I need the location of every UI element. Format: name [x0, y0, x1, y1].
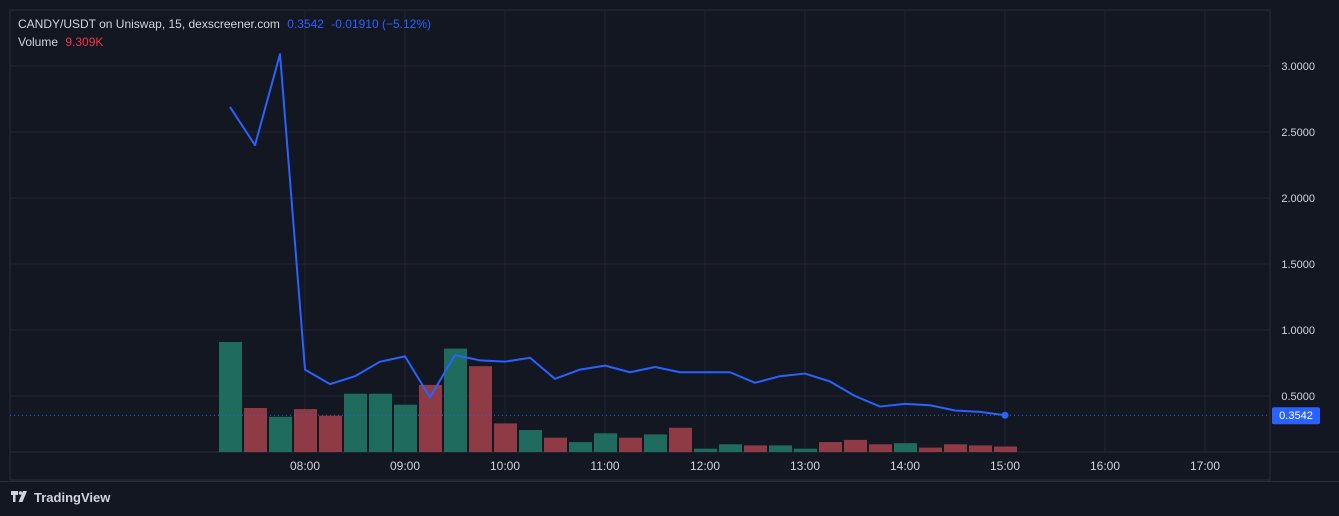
x-tick-label: 09:00	[390, 459, 420, 473]
volume-bar	[594, 433, 617, 452]
volume-bar	[519, 430, 542, 452]
volume-bar	[319, 415, 342, 452]
volume-bar	[869, 444, 892, 452]
volume-bar	[619, 437, 642, 452]
footer-bar: TradingView	[0, 481, 1339, 516]
tradingview-logo-icon	[11, 490, 27, 502]
x-tick-label: 14:00	[890, 459, 920, 473]
legend-last-price: 0.3542	[287, 17, 324, 31]
volume-bar	[844, 439, 867, 452]
volume-bar	[644, 434, 667, 452]
legend-volume-value: 9.309K	[65, 35, 104, 49]
volume-bar	[294, 409, 317, 452]
volume-bar	[719, 444, 742, 452]
price-line	[10, 53, 1270, 419]
x-tick-label: 11:00	[590, 459, 619, 473]
legend-volume-label: Volume	[18, 35, 59, 49]
volume-bar	[919, 447, 942, 452]
x-tick-label: 13:00	[790, 459, 820, 473]
y-tick-label: 0.5000	[1281, 391, 1315, 403]
tradingview-brand[interactable]: TradingView	[10, 490, 110, 505]
volume-bar	[444, 348, 467, 452]
volume-bar	[819, 442, 842, 452]
x-tick-label: 10:00	[490, 459, 520, 473]
x-tick-label: 15:00	[990, 459, 1020, 473]
legend-volume-row: Volume 9.309K	[18, 35, 103, 49]
y-tick-label: 2.0000	[1281, 193, 1315, 205]
y-tick-label: 1.5000	[1281, 259, 1315, 271]
volume-bar	[219, 342, 242, 452]
volume-bar	[469, 366, 492, 452]
volume-bar	[244, 408, 267, 452]
volume-bar	[544, 437, 567, 452]
x-tick-label: 12:00	[690, 459, 720, 473]
pane-border	[9, 9, 1271, 481]
volume-bar	[394, 404, 417, 452]
chart-frame: 0.5000 1.0000 1.5000 2.0000 2.5000 3.0000 08:0…	[0, 0, 1339, 516]
grid	[9, 9, 1339, 481]
last-price-tag-label: 0.3542	[1279, 410, 1313, 422]
y-tick-label: 2.5000	[1281, 127, 1315, 139]
y-tick-label: 1.0000	[1281, 325, 1315, 337]
last-price-dot	[1001, 411, 1009, 419]
volume-bar	[894, 443, 917, 452]
price-series-line	[229, 53, 1006, 417]
volume-bar	[944, 444, 967, 452]
volume-bar	[569, 442, 592, 452]
x-tick-label: 08:00	[290, 459, 320, 473]
legend-change: -0.01910 (−5.12%)	[331, 17, 432, 31]
volume-bar	[794, 448, 817, 452]
volume-bar	[744, 445, 767, 452]
volume-bar	[669, 427, 692, 452]
x-tick-label: 17:00	[1190, 459, 1220, 473]
x-tick-label: 16:00	[1090, 459, 1120, 473]
volume-bar	[969, 445, 992, 452]
brand-label: TradingView	[34, 490, 111, 505]
legend-title-row: CANDY/USDT on Uniswap, 15, dexscreener.c…	[18, 17, 431, 31]
volume-bar	[694, 448, 717, 452]
volume-bar	[344, 393, 367, 452]
legend-title: CANDY/USDT on Uniswap, 15, dexscreener.c…	[18, 17, 280, 31]
volume-bar	[994, 446, 1017, 452]
volume-bar	[369, 393, 392, 452]
volume-bars	[219, 342, 1017, 452]
y-tick-label: 3.0000	[1281, 61, 1315, 73]
chart-canvas[interactable]: 0.5000 1.0000 1.5000 2.0000 2.5000 3.0000 08:0…	[0, 0, 1339, 481]
volume-bar	[769, 445, 792, 452]
volume-bar	[269, 416, 292, 452]
volume-bar	[494, 423, 517, 452]
